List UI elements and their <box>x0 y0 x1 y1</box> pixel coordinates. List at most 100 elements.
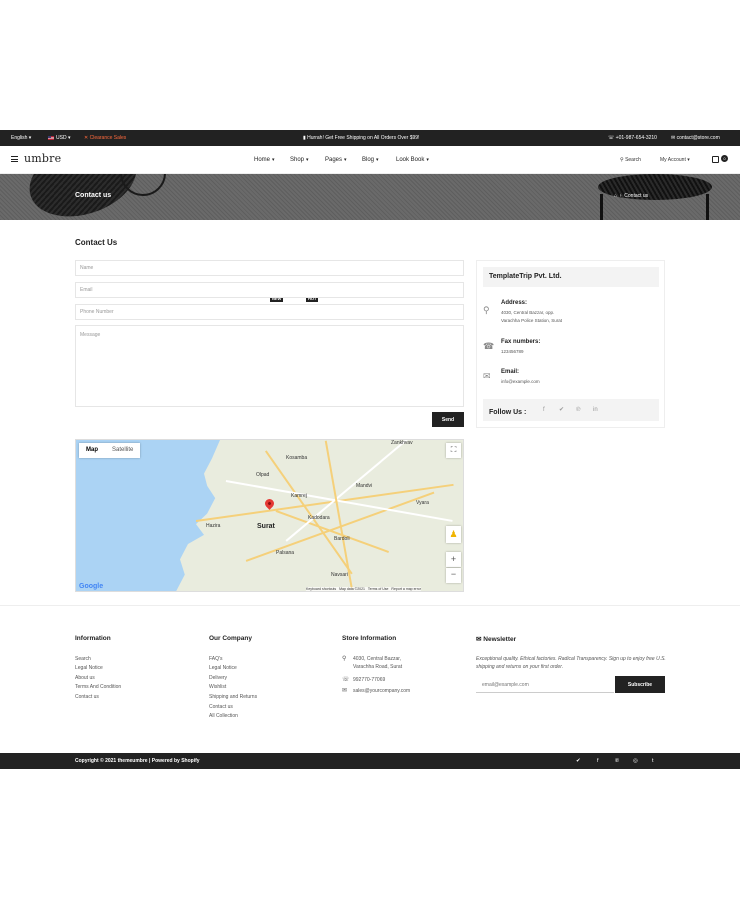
map-city: Mandvi <box>356 483 373 489</box>
map-city: Zankhvav <box>391 440 413 446</box>
map-city: Vyara <box>416 500 429 506</box>
zoom-in-icon[interactable]: + <box>446 552 461 567</box>
twitter-icon[interactable]: ✔ <box>559 399 564 421</box>
address-line-2: Varachha Police Station, Surat <box>501 318 562 323</box>
store-address-line-2: Varachha Road, Surat <box>353 664 403 670</box>
tab-map[interactable]: Map <box>79 443 105 458</box>
linkedin-icon[interactable]: in <box>593 399 598 421</box>
nav-home[interactable]: Home ▾ <box>254 146 275 174</box>
fax-icon: ☎ <box>483 341 495 351</box>
map-city: Kamrej <box>291 493 307 499</box>
footer-link[interactable]: About us <box>75 675 95 681</box>
footer-link[interactable]: Delivery <box>209 675 227 681</box>
facebook-icon[interactable]: f <box>543 399 545 421</box>
percent-icon: ✕ <box>84 135 89 141</box>
fax-label: Fax numbers: <box>501 339 541 345</box>
nav-lookbook[interactable]: Look Book ▾ <box>396 146 429 174</box>
map-city: Kadodara <box>308 515 330 521</box>
mic-icon: ▮ <box>303 135 306 141</box>
stool-leg <box>706 194 709 220</box>
email-label: Email: <box>501 369 520 375</box>
clearance-link[interactable]: ✕ Clearance Sales <box>84 130 126 146</box>
phone-icon: ☏ <box>342 677 350 683</box>
header: umbre Home ▾ NEW Shop ▾ HOT Pages ▾ Blog ▾ L… <box>0 146 740 302</box>
page-title: Contact us <box>75 192 112 199</box>
tumblr-icon[interactable]: t <box>652 753 654 769</box>
logo[interactable]: umbre <box>24 152 61 165</box>
fax-value: 123456789 <box>501 349 524 354</box>
us-flag-icon <box>48 135 54 140</box>
currency-selector[interactable]: USD ▾ <box>48 130 70 146</box>
pinterest-icon[interactable]: ℗ <box>576 399 580 421</box>
google-map[interactable]: Hazira Surat Kamrej Bardoli Navsari Kado… <box>75 439 464 592</box>
chevron-down-icon: ▾ <box>376 157 379 163</box>
map-data: Map data ©2021 <box>339 587 366 591</box>
mail-icon: ✉ <box>671 135 676 141</box>
location-pin-icon: ⚲ <box>342 656 347 662</box>
newsletter-email-input[interactable] <box>476 677 614 693</box>
page-banner: Contact us ⌂ › Contact us <box>0 174 740 220</box>
report-error-link[interactable]: Report a map error <box>391 587 421 591</box>
footer-link[interactable]: Legal Notice <box>209 665 237 671</box>
tab-satellite[interactable]: Satellite <box>105 443 140 458</box>
send-button[interactable]: Send <box>432 412 464 427</box>
google-logo: Google <box>79 583 104 590</box>
email-value[interactable]: info@example.com <box>501 378 651 386</box>
copyright-text: Copyright © 2021 themeumbre | Powered by… <box>75 758 200 764</box>
chevron-down-icon: ▾ <box>344 157 347 163</box>
phone-input[interactable] <box>75 304 464 320</box>
stool-leg <box>600 194 603 220</box>
subscribe-button[interactable]: Subscribe <box>615 676 665 693</box>
store-email[interactable]: sales@yourcompany.com <box>353 688 410 694</box>
footer-link[interactable]: Legal Notice <box>75 665 103 671</box>
footer-link[interactable]: Contact us <box>75 694 99 700</box>
footer-store-heading: Store Information <box>342 635 397 642</box>
follow-us-bar: Follow Us : f ✔ ℗ in <box>483 399 659 421</box>
chevron-down-icon: ▾ <box>426 157 429 163</box>
bottom-bar: Copyright © 2021 themeumbre | Powered by… <box>0 753 740 769</box>
map-city: Olpad <box>256 472 270 478</box>
footer-link[interactable]: Search <box>75 656 91 662</box>
search-icon: ⚲ <box>620 157 624 163</box>
map-city: Surat <box>257 523 275 530</box>
fullscreen-icon[interactable]: ⛶ <box>446 443 461 458</box>
footer-link[interactable]: FAQ's <box>209 656 222 662</box>
footer-link[interactable]: Contact us <box>209 704 233 710</box>
footer-link[interactable]: Shipping and Returns <box>209 694 257 700</box>
pinterest-icon[interactable]: ℗ <box>615 753 619 769</box>
nav-pages[interactable]: Pages ▾ <box>325 146 347 174</box>
top-bar: English ▾ USD ▾ ✕ Clearance Sales ▮ Hurr… <box>0 130 740 146</box>
store-phone[interactable]: 992770-77069 <box>353 677 385 683</box>
nav-blog[interactable]: Blog ▾ <box>362 146 379 174</box>
footer-link[interactable]: All Collection <box>209 713 238 719</box>
home-icon[interactable]: ⌂ <box>614 193 617 199</box>
topbar-phone[interactable]: ☏ +01-987-654-3210 <box>608 130 657 146</box>
topbar-email[interactable]: ✉ contact@store.com <box>671 130 720 146</box>
account-menu[interactable]: My Account ▾ <box>660 146 690 174</box>
location-pin-icon: ⚲ <box>483 305 490 315</box>
footer-newsletter-heading: ✉ Newsletter <box>476 636 517 643</box>
search-button[interactable]: ⚲ Search <box>620 146 641 174</box>
email-input[interactable] <box>75 282 464 298</box>
facebook-icon[interactable]: f <box>597 753 599 769</box>
cart-icon[interactable] <box>712 156 719 163</box>
terms-link[interactable]: Terms of Use <box>368 587 389 591</box>
store-info-card: TemplateTrip Pvt. Ltd. ⚲ Address: 4030, … <box>476 260 665 428</box>
phone-icon: ☏ <box>608 135 615 141</box>
map-city: Palsana <box>276 550 295 556</box>
language-selector[interactable]: English ▾ <box>11 130 31 146</box>
breadcrumb: ⌂ › Contact us <box>614 193 649 199</box>
name-input[interactable] <box>75 260 464 276</box>
footer-company-heading: Our Company <box>209 635 252 642</box>
contact-heading: Contact Us <box>75 238 118 247</box>
keyboard-shortcuts-link[interactable]: Keyboard shortcuts <box>306 587 336 591</box>
zoom-out-icon[interactable]: − <box>446 568 461 583</box>
street-view-pegman-icon[interactable]: ♟ <box>446 526 461 543</box>
nav-shop[interactable]: Shop ▾ <box>290 146 309 174</box>
twitter-icon[interactable]: ✔ <box>576 753 581 769</box>
instagram-icon[interactable]: ◎ <box>633 753 638 769</box>
footer-link[interactable]: Wishlist <box>209 684 226 690</box>
hamburger-menu-icon[interactable] <box>11 156 18 162</box>
message-textarea[interactable] <box>75 325 464 407</box>
footer-link[interactable]: Terms And Condition <box>75 684 121 690</box>
